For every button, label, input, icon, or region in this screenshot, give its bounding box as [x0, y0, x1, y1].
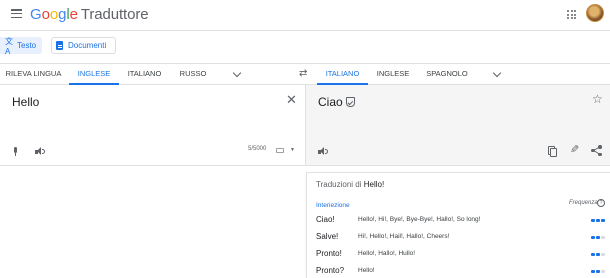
source-text-input[interactable]: Hello — [12, 95, 39, 109]
entry-word[interactable]: Salve! — [316, 232, 338, 241]
source-more-languages-chevron-down-icon[interactable] — [232, 68, 242, 78]
tab-source-italian[interactable]: ITALIANO — [121, 64, 168, 85]
entry-translations: Hello!, Hi!, Bye!, Bye-Bye!, Hallo!, So … — [358, 216, 481, 223]
user-avatar[interactable] — [586, 4, 604, 22]
dictionary-card: Traduzioni di Hello! Interiezione Freque… — [306, 172, 610, 278]
frequency-bar — [591, 270, 595, 273]
tab-source-detect-language[interactable]: RILEVA LINGUA — [0, 64, 67, 85]
entry-translations: Hi!, Hello!, Hail!, Hallo!, Cheers! — [358, 233, 450, 240]
frequency-bars — [591, 270, 605, 273]
logo-letter: e — [69, 6, 78, 23]
close-icon[interactable]: ✕ — [286, 93, 297, 106]
tab-source-russian[interactable]: RUSSO — [172, 64, 214, 85]
apps-grid-icon[interactable] — [567, 10, 576, 19]
frequency-bar — [591, 236, 595, 239]
logo-letter: o — [41, 6, 50, 23]
keyboard-icon[interactable] — [276, 148, 284, 153]
target-more-languages-chevron-down-icon[interactable] — [492, 68, 502, 78]
swap-languages-icon[interactable]: ⇄ — [299, 69, 307, 79]
dictionary-title-prefix: Traduzioni di — [316, 180, 362, 189]
frequency-bar — [596, 236, 600, 239]
dictionary-entry[interactable]: Salve! Hi!, Hello!, Hail!, Hallo!, Cheer… — [316, 232, 608, 244]
keyboard-dropdown-icon[interactable]: ▼ — [290, 147, 295, 153]
logo-letter: o — [49, 6, 59, 23]
entry-translations: Hello!, Hallo!, Hullo! — [358, 250, 416, 257]
google-translate-logo[interactable]: Google Traduttore — [30, 6, 149, 23]
document-icon — [56, 41, 63, 50]
frequency-bar — [596, 253, 600, 256]
pencil-icon[interactable]: ✎ — [570, 144, 579, 156]
hamburger-menu-icon[interactable] — [11, 9, 22, 18]
dictionary-entry[interactable]: Pronto? Hello! — [316, 266, 608, 278]
mode-selector: 文A Testo Documenti — [0, 31, 610, 59]
frequency-bar — [601, 236, 605, 239]
frequency-label: Frequenza — [569, 200, 598, 206]
dictionary-entry[interactable]: Ciao! Hello!, Hi!, Bye!, Bye-Bye!, Hallo… — [316, 215, 608, 227]
documents-mode-button[interactable]: Documenti — [51, 37, 116, 54]
translation-text: Ciao — [318, 95, 343, 109]
dictionary-entry[interactable]: Pronto! Hello!, Hallo!, Hullo! — [316, 249, 608, 261]
tab-target-spanish[interactable]: SPAGNOLO — [420, 64, 474, 85]
frequency-bar — [601, 270, 605, 273]
app-header: Google Traduttore — [0, 0, 610, 31]
text-mode-label: Testo — [17, 41, 37, 50]
frequency-bars — [591, 236, 605, 239]
star-outline-icon[interactable]: ☆ — [592, 93, 603, 105]
frequency-bar — [591, 219, 595, 222]
translate-icon: 文A — [5, 36, 13, 56]
frequency-bars — [591, 219, 605, 222]
help-circle-icon[interactable]: ? — [597, 199, 605, 207]
translation-output-panel: Ciao ☆ ✎ — [306, 85, 610, 166]
dictionary-title: Traduzioni di Hello! — [316, 180, 384, 189]
frequency-bar — [591, 253, 595, 256]
frequency-bar — [596, 219, 600, 222]
logo-letter: G — [30, 6, 42, 23]
frequency-bars — [591, 253, 605, 256]
entry-word[interactable]: Ciao! — [316, 215, 335, 224]
text-mode-button[interactable]: 文A Testo — [0, 36, 42, 56]
part-of-speech: Interiezione — [316, 202, 350, 209]
tab-source-english[interactable]: INGLESE — [69, 64, 119, 85]
entry-translations: Hello! — [358, 267, 375, 274]
entry-word[interactable]: Pronto? — [316, 266, 344, 275]
source-speaker-icon[interactable] — [35, 147, 45, 156]
shield-check-icon[interactable] — [346, 97, 355, 107]
documents-mode-label: Documenti — [68, 41, 107, 50]
app-name: Traduttore — [80, 6, 149, 23]
share-icon[interactable] — [591, 145, 602, 156]
tab-target-english[interactable]: INGLESE — [370, 64, 416, 85]
entry-word[interactable]: Pronto! — [316, 249, 342, 258]
frequency-bar — [601, 219, 605, 222]
character-count: 5/5000 — [248, 146, 267, 152]
target-speaker-icon[interactable] — [318, 147, 328, 156]
source-text-panel[interactable]: Hello ✕ — [0, 85, 306, 166]
language-bar: RILEVA LINGUA INGLESE ITALIANO RUSSO ⇄ I… — [0, 63, 610, 85]
microphone-icon[interactable] — [12, 147, 18, 156]
copy-icon[interactable] — [548, 146, 557, 157]
tab-target-italian[interactable]: ITALIANO — [317, 64, 368, 85]
frequency-bar — [596, 270, 600, 273]
dictionary-title-word: Hello! — [363, 180, 385, 189]
frequency-bar — [601, 253, 605, 256]
